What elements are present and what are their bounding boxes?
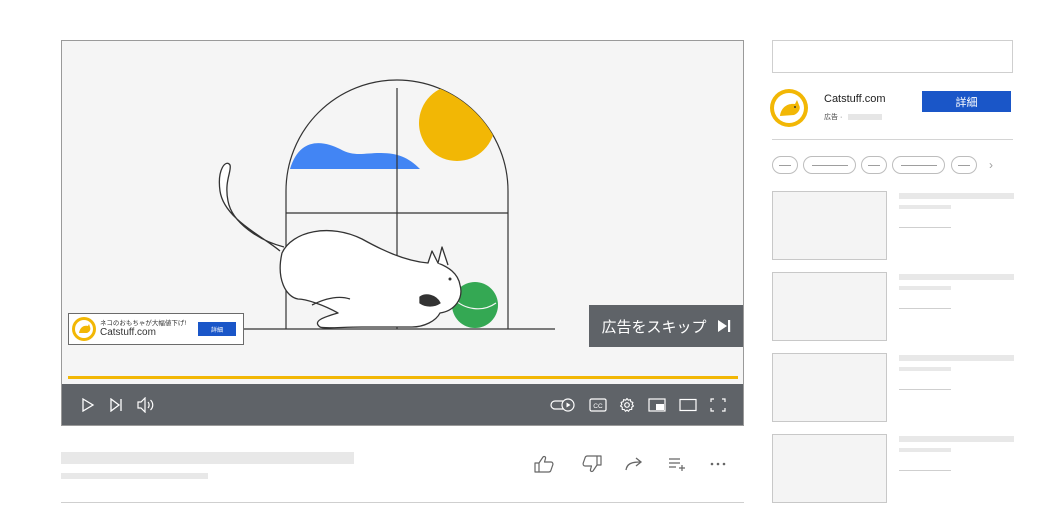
advertiser-name: Catstuff.com	[824, 93, 886, 105]
recommended-thumbnail[interactable]	[772, 434, 887, 503]
video-title-placeholder	[61, 452, 354, 464]
autoplay-toggle-icon[interactable]	[549, 394, 577, 416]
fullscreen-icon[interactable]	[707, 394, 729, 416]
recommended-channel-placeholder	[899, 448, 951, 452]
miniplayer-icon[interactable]	[646, 394, 668, 416]
divider	[772, 139, 1013, 140]
recommended-title-placeholder	[899, 355, 1014, 361]
catstuff-logo-icon	[770, 89, 808, 127]
recommended-meta-placeholder	[899, 308, 951, 309]
recommended-channel-placeholder	[899, 286, 951, 290]
next-icon[interactable]	[106, 394, 126, 416]
more-icon[interactable]	[705, 452, 731, 476]
catstuff-logo-icon	[72, 317, 96, 341]
ad-progress-fill	[68, 376, 738, 379]
recommended-title-placeholder	[899, 193, 1014, 199]
recommended-thumbnail[interactable]	[772, 353, 887, 422]
filter-chip[interactable]	[803, 156, 856, 174]
filter-chip[interactable]	[892, 156, 945, 174]
chevron-right-icon[interactable]: ›	[985, 156, 997, 174]
overlay-ad[interactable]: ネコのおもちゃが大幅値下げ! Catstuff.com 詳細	[68, 313, 244, 345]
dislike-icon[interactable]	[578, 452, 604, 476]
filter-chip[interactable]	[772, 156, 798, 174]
overlay-ad-headline: ネコのおもちゃが大幅値下げ!	[100, 320, 187, 327]
recommended-thumbnail[interactable]	[772, 272, 887, 341]
ad-label: 広告 ·	[824, 114, 843, 121]
like-icon[interactable]	[532, 452, 558, 476]
companion-banner[interactable]	[772, 40, 1013, 73]
filter-chip[interactable]	[951, 156, 977, 174]
learn-more-button[interactable]: 詳細	[922, 91, 1011, 112]
filter-chip[interactable]	[861, 156, 887, 174]
captions-icon[interactable]: CC	[587, 394, 609, 416]
recommended-title-placeholder	[899, 274, 1014, 280]
volume-icon[interactable]	[135, 394, 157, 416]
play-icon[interactable]	[78, 394, 98, 416]
ad-progress-bar[interactable]	[68, 376, 738, 379]
skip-ad-label: 広告をスキップ	[601, 318, 707, 336]
recommended-thumbnail[interactable]	[772, 191, 887, 260]
divider	[61, 502, 744, 503]
video-player[interactable]: ネコのおもちゃが大幅値下げ! Catstuff.com 詳細 広告をスキップ C…	[61, 40, 744, 426]
recommended-channel-placeholder	[899, 367, 951, 371]
theater-mode-icon[interactable]	[677, 394, 699, 416]
skip-ad-button[interactable]: 広告をスキップ	[589, 305, 743, 347]
overlay-ad-cta-button[interactable]: 詳細	[198, 322, 236, 336]
settings-icon[interactable]	[616, 394, 638, 416]
recommended-channel-placeholder	[899, 205, 951, 209]
video-meta-placeholder	[61, 473, 208, 479]
sun	[419, 85, 495, 161]
svg-text:CC: CC	[593, 403, 603, 410]
overlay-ad-domain: Catstuff.com	[100, 327, 156, 338]
share-icon[interactable]	[622, 452, 648, 476]
recommended-meta-placeholder	[899, 227, 951, 228]
skip-icon	[717, 320, 730, 332]
player-control-bar: CC	[62, 384, 743, 425]
recommended-title-placeholder	[899, 436, 1014, 442]
recommended-meta-placeholder	[899, 470, 951, 471]
save-to-playlist-icon[interactable]	[666, 452, 692, 476]
recommended-meta-placeholder	[899, 389, 951, 390]
ad-url-placeholder	[848, 114, 882, 120]
